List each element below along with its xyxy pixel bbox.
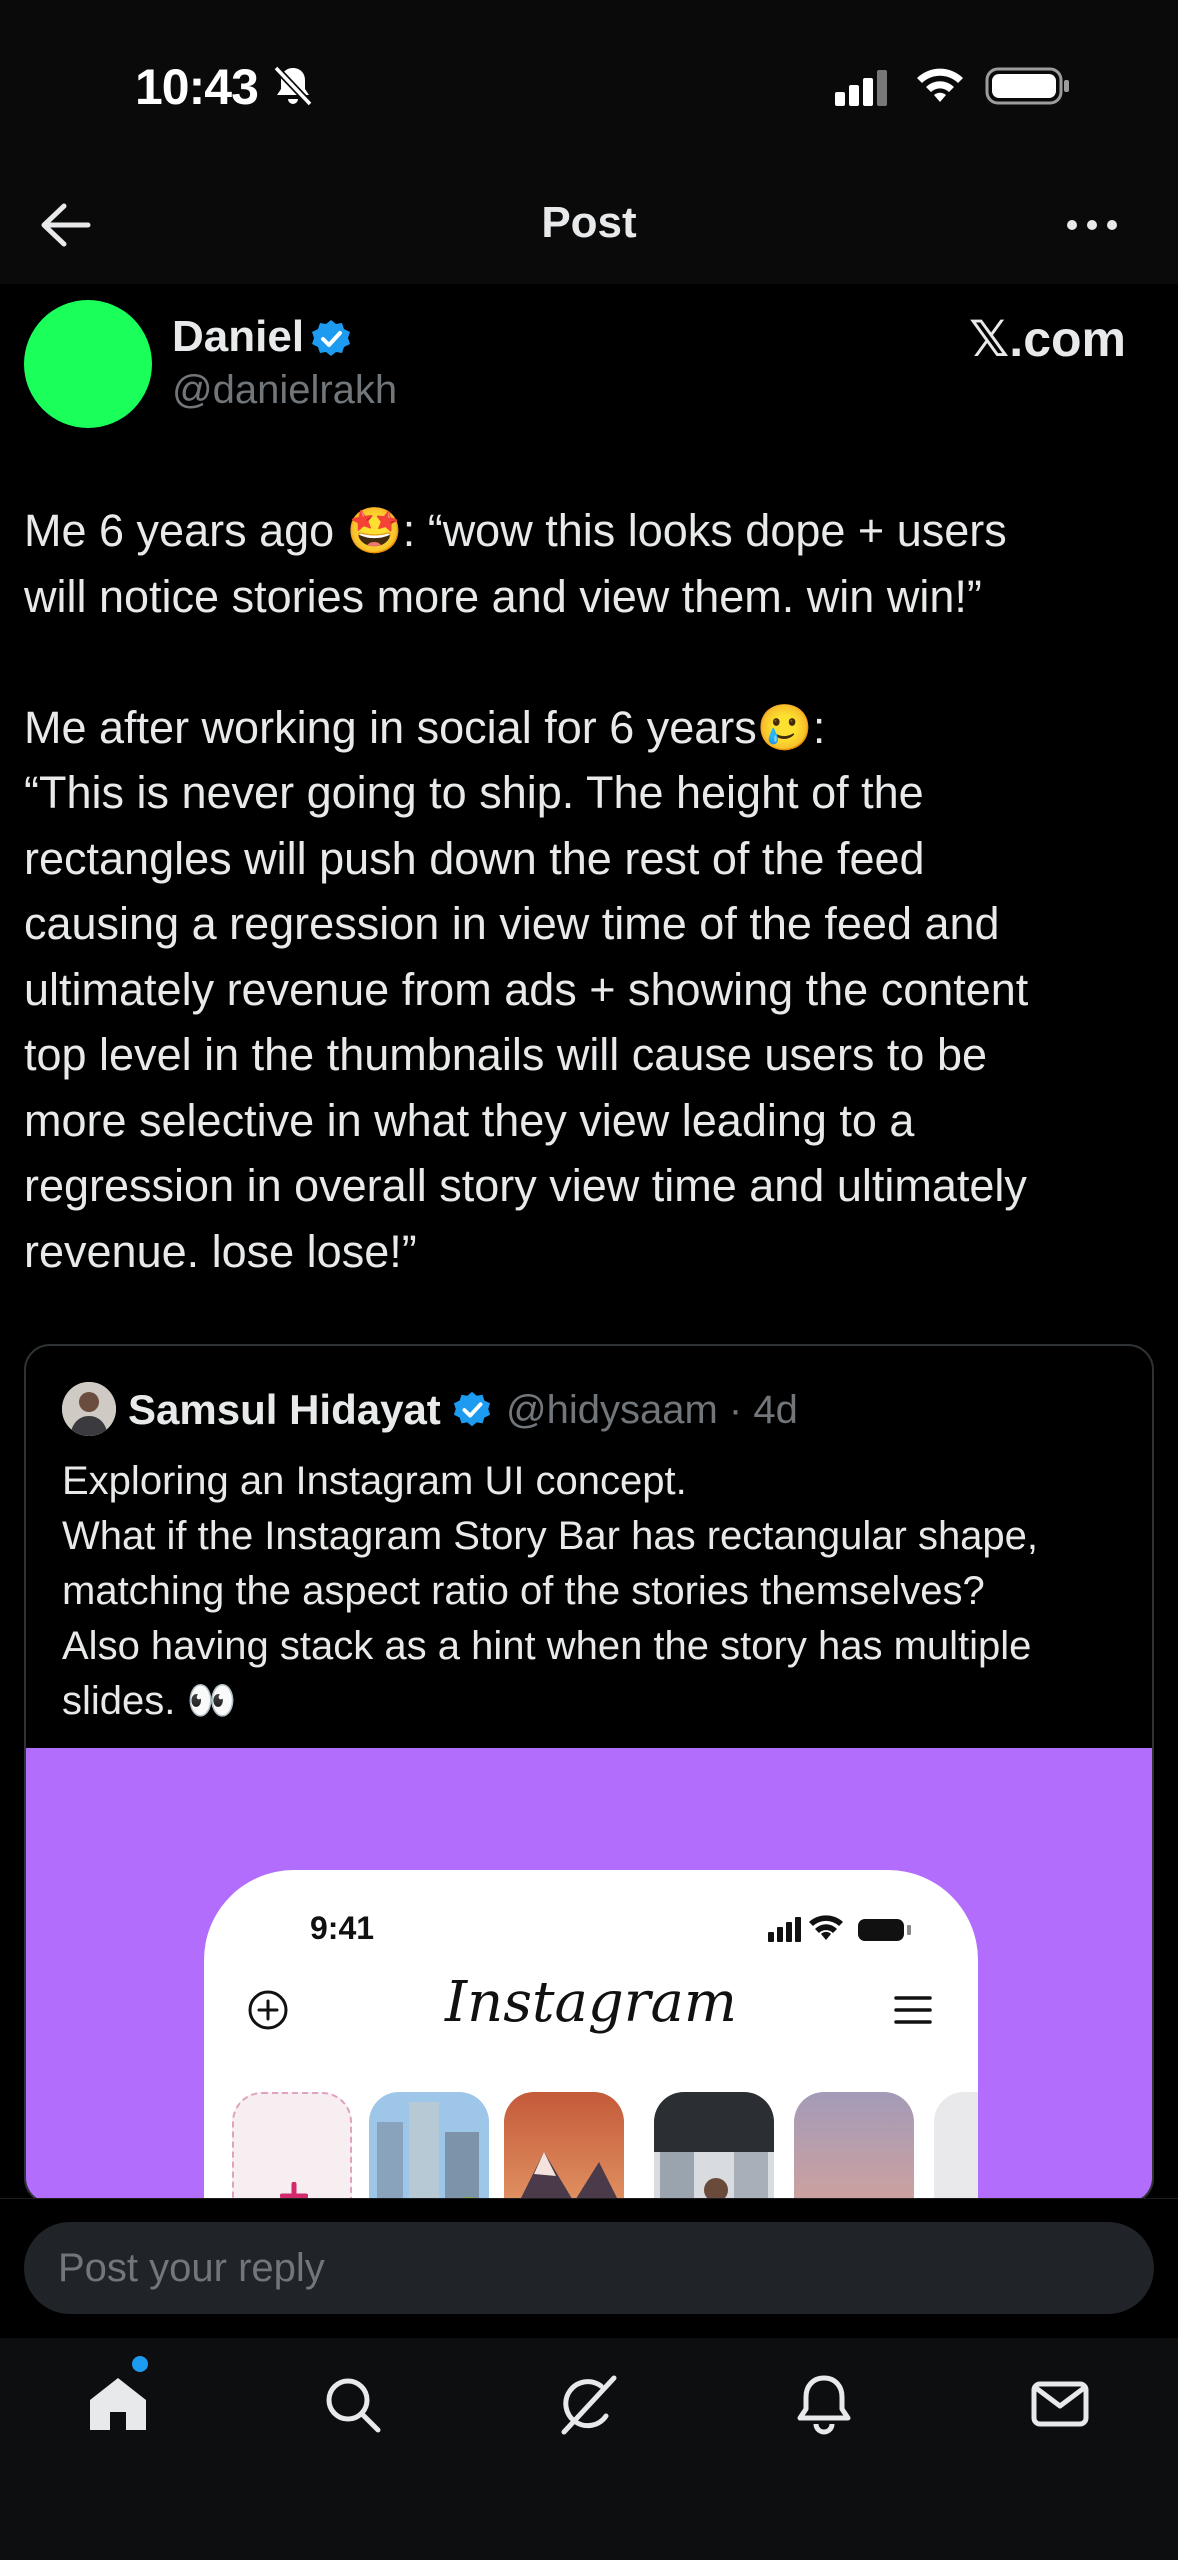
notification-dot	[132, 2356, 148, 2372]
post-line: top level in the thumbnails will cause u…	[24, 1029, 988, 1080]
more-dots-icon[interactable]	[1064, 210, 1120, 240]
story-thumb-city	[369, 2092, 489, 2202]
post-line: causing a regression in view time of the…	[24, 898, 1000, 949]
phone-time: 9:41	[310, 1910, 375, 1946]
post-line: regression in overall story view time an…	[24, 1160, 1027, 1211]
post-line: revenue. lose lose!”	[24, 1225, 417, 1277]
source-label: 𝕏.com	[969, 311, 1126, 367]
reply-input[interactable]	[24, 2222, 1154, 2314]
quote-line: matching the aspect ratio of the stories…	[62, 1569, 985, 1613]
phone-mockup: 9:41 Instagram	[204, 1870, 978, 2202]
story-thumb-own	[232, 2092, 352, 2202]
notifications-icon[interactable]	[792, 2372, 856, 2436]
page-title: Post	[541, 198, 637, 247]
verified-badge-icon	[453, 1391, 491, 1427]
story-thumb-concert	[794, 2092, 914, 2202]
post-line: Me after working in social for 6 years🥲:	[24, 701, 826, 753]
quote-author-name: Samsul Hidayat	[128, 1386, 441, 1433]
author-handle[interactable]: @danielrakh	[172, 368, 397, 413]
quote-line: Exploring an Instagram UI concept.	[62, 1459, 687, 1503]
quote-line: Also having stack as a hint when the sto…	[62, 1624, 1032, 1668]
post-line: more selective in what they view leading…	[24, 1094, 915, 1146]
home-icon[interactable]	[86, 2372, 150, 2436]
post-line: ultimately revenue from ads + showing th…	[24, 963, 1029, 1015]
story-thumb-mountain	[504, 2092, 624, 2202]
post-line: rectangles will push down the rest of th…	[24, 832, 925, 884]
quote-body: Exploring an Instagram UI concept. What …	[62, 1454, 1132, 1729]
phone-status-icons	[768, 1915, 911, 1942]
post-body: Me 6 years ago 🤩: “wow this looks dope +…	[24, 498, 1154, 1284]
hamburger-menu-icon	[894, 1996, 932, 2024]
battery-icon	[985, 67, 1069, 105]
quote-author-avatar	[62, 1382, 116, 1436]
search-icon[interactable]	[320, 2372, 384, 2436]
quote-line: What if the Instagram Story Bar has rect…	[62, 1514, 1039, 1558]
quote-line: slides. 👀	[62, 1679, 237, 1723]
verified-badge-icon	[312, 320, 350, 356]
author-name[interactable]: Daniel	[172, 312, 304, 362]
story-thumb-store	[654, 2092, 774, 2202]
grok-icon[interactable]	[556, 2372, 620, 2436]
post-line: “This is never going to ship. The height…	[24, 767, 924, 818]
instagram-logo: Instagram	[445, 1970, 737, 2035]
quote-media-image[interactable]: 9:41 Instagram	[26, 1748, 1152, 2202]
post-line: Me 6 years ago 🤩: “wow this looks dope +…	[24, 505, 1007, 556]
story-thumb-partial	[934, 2092, 978, 2202]
quoted-post[interactable]: Samsul Hidayat @hidysaam · 4d Exploring …	[24, 1344, 1154, 2204]
messages-icon[interactable]	[1028, 2372, 1092, 2436]
quote-handle-time: @hidysaam · 4d	[506, 1388, 798, 1432]
cellular-signal-icon	[835, 70, 887, 106]
bell-off-icon	[273, 65, 313, 107]
post-line: will notice stories more and view them. …	[24, 570, 982, 622]
author-avatar[interactable]	[24, 300, 152, 428]
status-time: 10:43	[135, 59, 259, 115]
wifi-icon	[917, 68, 963, 102]
